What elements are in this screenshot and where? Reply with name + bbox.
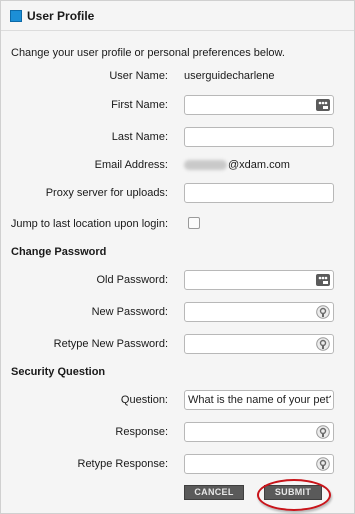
last-name-label: Last Name:	[111, 131, 168, 143]
first-name-label: First Name:	[111, 99, 168, 111]
old-password-label: Old Password:	[96, 274, 168, 286]
response-field[interactable]	[184, 422, 334, 442]
retype-password-label: Retype New Password:	[53, 338, 168, 350]
email-row: Email Address: @xdam.com	[1, 154, 354, 176]
new-password-row: New Password:	[1, 302, 354, 324]
username-label: User Name:	[109, 70, 168, 82]
jump-label: Jump to last location upon login:	[10, 218, 168, 230]
old-password-field[interactable]	[184, 270, 334, 290]
email-domain: @xdam.com	[228, 159, 290, 171]
question-value: What is the name of your pet?	[188, 394, 331, 406]
password-manager-key-icon[interactable]	[316, 274, 330, 286]
change-password-heading: Change Password	[11, 246, 107, 258]
question-label: Question:	[120, 394, 168, 406]
proxy-label: Proxy server for uploads:	[45, 187, 168, 199]
email-value: @xdam.com	[184, 159, 290, 171]
page-title: User Profile	[27, 9, 95, 23]
username-row: User Name: userguidecharlene	[1, 65, 354, 87]
first-name-field[interactable]	[184, 95, 334, 115]
password-lock-icon[interactable]	[316, 337, 330, 351]
panel-header: User Profile	[10, 9, 94, 23]
new-password-field[interactable]	[184, 302, 334, 322]
retype-password-row: Retype New Password:	[1, 334, 354, 356]
response-label: Response:	[115, 426, 168, 438]
submit-highlight-circle	[257, 479, 331, 511]
old-password-row: Old Password:	[1, 270, 354, 292]
new-password-label: New Password:	[91, 306, 168, 318]
last-name-field[interactable]	[184, 127, 334, 147]
square-icon	[10, 10, 22, 22]
username-value: userguidecharlene	[184, 70, 275, 82]
retype-response-field[interactable]	[184, 454, 334, 474]
header-divider	[1, 30, 354, 31]
password-lock-icon[interactable]	[316, 425, 330, 439]
question-row: Question: What is the name of your pet?	[1, 390, 354, 412]
last-name-row: Last Name:	[1, 127, 354, 149]
redacted-email-user	[184, 160, 227, 171]
security-question-heading: Security Question	[11, 366, 106, 378]
response-row: Response:	[1, 422, 354, 444]
proxy-row: Proxy server for uploads:	[1, 183, 354, 205]
retype-response-label: Retype Response:	[77, 458, 169, 470]
cancel-button[interactable]: CANCEL	[184, 485, 244, 500]
jump-row: Jump to last location upon login:	[1, 213, 354, 235]
first-name-row: First Name:	[1, 95, 354, 117]
retype-response-row: Retype Response:	[1, 454, 354, 476]
email-label: Email Address:	[94, 159, 168, 171]
question-field[interactable]: What is the name of your pet?	[184, 390, 334, 410]
retype-password-field[interactable]	[184, 334, 334, 354]
proxy-field[interactable]	[184, 183, 334, 203]
password-manager-key-icon[interactable]	[316, 99, 330, 111]
intro-text: Change your user profile or personal pre…	[11, 47, 285, 59]
password-lock-icon[interactable]	[316, 457, 330, 471]
user-profile-panel: User Profile Change your user profile or…	[0, 0, 355, 514]
password-lock-icon[interactable]	[316, 305, 330, 319]
jump-checkbox[interactable]	[188, 217, 200, 229]
